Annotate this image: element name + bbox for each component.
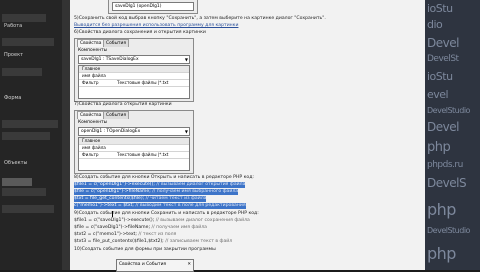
tab-properties[interactable]: Свойства [77, 39, 105, 47]
step-7-text: 7)Свойства диалога открытия картинки [74, 102, 172, 107]
code-comment: // вызываем диалог сохранения файла [155, 218, 250, 223]
property-grid: Главное имя файла Фильтр Текстовые файлы … [78, 137, 190, 171]
left-panel-row[interactable] [2, 205, 54, 213]
property-group: Главное [79, 66, 189, 73]
step-8-text: 8)Создать событие для кнопки Открыть и н… [74, 175, 254, 180]
left-panel-row[interactable] [2, 68, 42, 76]
brand-text: DevelStudio [427, 106, 470, 115]
chevron-down-icon[interactable]: ▼ [185, 128, 188, 135]
code-comment: // выводим текст в поле для редактирован… [135, 203, 246, 208]
text-cursor [112, 211, 113, 217]
brand-text: ioStu [427, 70, 453, 83]
properties-events-window: Свойства и События ✕ [116, 259, 194, 272]
step-5-text: 5)Сохранить свой код выбрав кнопку "Сохр… [74, 16, 326, 21]
brand-text: dio [427, 18, 443, 31]
code-text: $file1 = c("saveDlg1")->execute(); [74, 218, 155, 223]
left-panel-row[interactable] [2, 120, 58, 128]
code-line[interactable]: $txt3 = file_put_contents($file1,$txt2);… [74, 239, 232, 245]
component-select[interactable]: saveDlg1 : TSaveDialogEx ▼ [78, 55, 190, 64]
code-line[interactable]: $txt = file_get_contents($file); // чита… [74, 196, 207, 202]
code-text: $txt3 = file_put_contents($file1,$txt2); [74, 239, 164, 244]
code-text: c("memo1")->text = $txt; [74, 203, 134, 208]
property-key: имя файла [82, 73, 106, 78]
code-text: $txt = file_get_contents($file); [74, 196, 145, 201]
code-text: $file = c("openDlg1")->fileName; [74, 189, 151, 194]
chevron-down-icon[interactable]: ▼ [185, 56, 188, 63]
left-panel-row[interactable] [2, 188, 46, 196]
component-select[interactable]: openDlg1 : TOpenDialogEx ▼ [78, 127, 190, 136]
brand-text: Devel [427, 36, 459, 50]
code-comment: // получаем имя файла [151, 225, 207, 230]
left-panel-row[interactable] [2, 132, 50, 140]
right-watermark-panel: ioStu dio Devel DevelSt ioStu evel Devel… [425, 0, 480, 270]
left-panel: Работа Проект Форма Объекты [0, 0, 62, 270]
brand-text: DevelS [427, 176, 467, 190]
property-grid: Главное имя файла Фильтр Текстовые файлы … [78, 65, 190, 99]
brand-text: php [427, 140, 451, 155]
property-row[interactable]: имя файла [79, 145, 189, 152]
code-line[interactable]: $file1 = c("saveDlg1")->execute(); // вы… [74, 218, 250, 224]
group-label: Главное [82, 66, 101, 71]
tab-events[interactable]: События [103, 111, 129, 119]
brand-text: DevelStudio [427, 226, 470, 235]
code-line[interactable]: $file1 = c("openDlg1")->execute(); // вы… [74, 182, 246, 188]
left-panel-row[interactable] [2, 14, 46, 22]
left-panel-label-3: Объекты [4, 160, 28, 166]
save-dialog-properties: Свойства События Компоненты saveDlg1 : T… [74, 38, 194, 102]
top-window-field[interactable]: saveDlg1 (openDlg1) [112, 2, 194, 11]
left-panel-label-2: Форма [4, 95, 22, 101]
brand-text: evel [427, 88, 449, 101]
property-row[interactable]: Фильтр Текстовые файлы |*.txt [79, 152, 189, 159]
code-comment: // вызываем диалог открытия файла [156, 182, 246, 187]
window-title: Свойства и События [119, 262, 167, 267]
components-label: Компоненты [78, 48, 108, 53]
code-line[interactable]: c("memo1")->text = $txt; // выводим текс… [74, 203, 246, 209]
code-line[interactable]: $file = c("saveDlg1")->fileName; // полу… [74, 225, 207, 231]
code-comment: // читаем текст из файла [145, 196, 207, 201]
code-line[interactable]: $txt2 = c("memo1")->text; // текст из по… [74, 232, 176, 238]
code-text: $file = c("saveDlg1")->fileName; [74, 225, 151, 230]
step-5-link[interactable]: Выводится без разрешения использовать пр… [74, 23, 238, 29]
component-select-value: openDlg1 : TOpenDialogEx [81, 129, 141, 134]
document-page: saveDlg1 (openDlg1) 5)Сохранить свой код… [70, 0, 425, 270]
open-dialog-properties: Свойства События Компоненты openDlg1 : T… [74, 110, 194, 174]
top-window: saveDlg1 (openDlg1) [108, 0, 198, 14]
brand-text: php [427, 200, 456, 219]
brand-text: DevelSt [427, 54, 459, 64]
left-panel-row[interactable] [2, 38, 54, 46]
tab-properties[interactable]: Свойства [77, 111, 105, 119]
code-comment: // записываем текст в файл [165, 239, 233, 244]
property-group: Главное [79, 138, 189, 145]
step-10-text: 10)Создать событие для формы при закрыти… [74, 247, 216, 252]
property-key: имя файла [82, 145, 106, 150]
left-panel-row[interactable] [2, 178, 32, 186]
code-comment: // получаем имя выбранного файла [152, 189, 239, 194]
brand-text: Devel [427, 120, 459, 134]
code-text: $file1 = c("openDlg1")->execute(); [74, 182, 155, 187]
step-6-text: 6)Свойства диалога сохранения и открытия… [74, 30, 206, 35]
components-label: Компоненты [78, 120, 108, 125]
component-select-value: saveDlg1 : TSaveDialogEx [81, 57, 139, 62]
tab-events[interactable]: События [103, 39, 129, 47]
left-panel-label-1: Проект [4, 52, 24, 58]
brand-text: php [427, 244, 456, 263]
property-value: Текстовые файлы |*.txt [117, 152, 169, 157]
brand-text: phpds.ru [427, 160, 463, 170]
close-icon[interactable]: ✕ [187, 262, 191, 268]
code-text: $txt2 = c("memo1")->text; [74, 232, 137, 237]
step-9-text: 9)Создать событие для кнопки Сохранить и… [74, 211, 259, 216]
property-key: Фильтр [82, 80, 99, 85]
property-row[interactable]: Фильтр Текстовые файлы |*.txt [79, 80, 189, 87]
left-panel-label-0: Работа [4, 23, 23, 29]
brand-text: ioStu [427, 2, 453, 15]
property-row[interactable]: имя файла [79, 73, 189, 80]
property-key: Фильтр [82, 152, 99, 157]
code-comment: // текст из поля [138, 232, 177, 237]
editor-gutter [62, 0, 70, 270]
code-line[interactable]: $file = c("openDlg1")->fileName; // полу… [74, 189, 239, 195]
group-label: Главное [82, 138, 101, 143]
property-value: Текстовые файлы |*.txt [117, 80, 169, 85]
